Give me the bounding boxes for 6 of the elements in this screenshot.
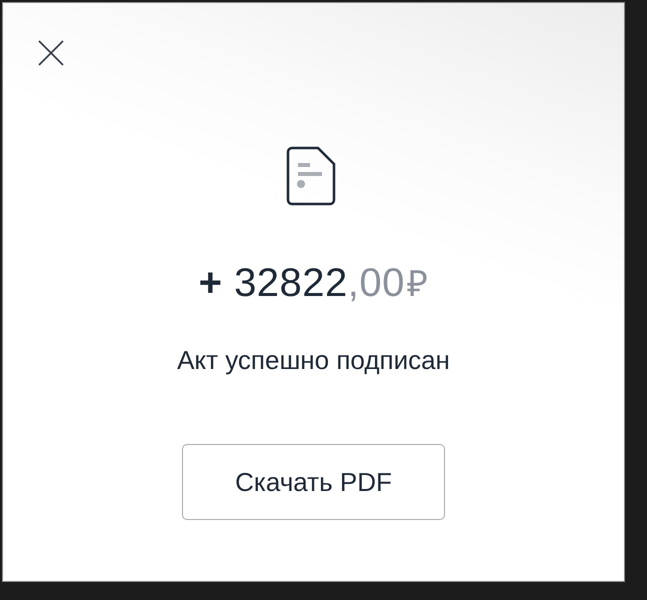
- status-message: Акт успешно подписан: [177, 345, 450, 376]
- amount-text: + 32822,00₽: [198, 260, 428, 307]
- download-pdf-button[interactable]: Скачать PDF: [182, 444, 445, 520]
- close-icon: [37, 39, 65, 67]
- document-icon: [286, 146, 336, 206]
- close-button[interactable]: [37, 39, 65, 67]
